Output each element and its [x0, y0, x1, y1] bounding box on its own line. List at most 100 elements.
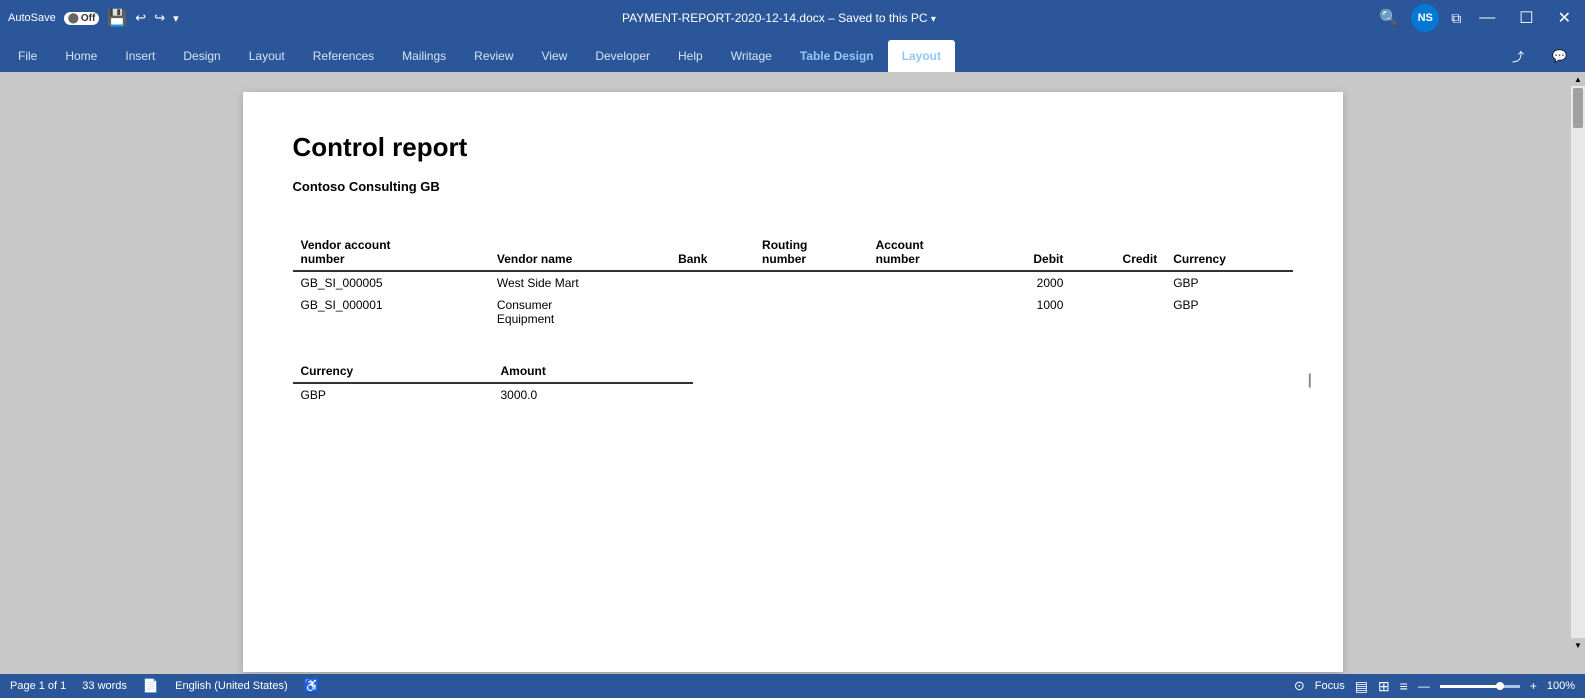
cell-vendor-name-1: West Side Mart: [489, 271, 670, 294]
print-layout-icon[interactable]: ▤: [1355, 678, 1368, 695]
maximize-button[interactable]: ☐: [1513, 6, 1539, 30]
proofread-icon[interactable]: 📄: [143, 678, 159, 694]
autosave-toggle[interactable]: ⬤ Off: [64, 12, 100, 25]
cell-vendor-name-2: ConsumerEquipment: [489, 294, 670, 330]
tab-layout2[interactable]: Layout: [888, 40, 955, 72]
tab-table-design[interactable]: Table Design: [786, 40, 888, 72]
close-button[interactable]: ✕: [1552, 6, 1577, 30]
table-header-row: Vendor accountnumber Vendor name Bank Ro…: [293, 234, 1293, 271]
ribbon-tabs: File Home Insert Design Layout Reference…: [0, 36, 1585, 72]
cell-vendor-account-2: GB_SI_000001: [293, 294, 489, 330]
text-cursor: I: [1307, 371, 1313, 394]
status-bar: Page 1 of 1 33 words 📄 English (United S…: [0, 674, 1585, 698]
cell-account-1: [868, 271, 987, 294]
cell-debit-1: 2000: [986, 271, 1071, 294]
focus-label[interactable]: Focus: [1315, 680, 1345, 692]
summary-row: GBP 3000.0: [293, 383, 693, 406]
toggle-state: Off: [81, 13, 95, 24]
tab-view[interactable]: View: [528, 40, 582, 72]
outline-view-icon[interactable]: ≡: [1400, 678, 1408, 694]
cell-credit-1: [1071, 271, 1165, 294]
redo-icon[interactable]: ↪: [154, 10, 165, 26]
zoom-thumb[interactable]: [1496, 682, 1504, 690]
save-dropdown-icon[interactable]: ▾: [931, 14, 936, 25]
vertical-scrollbar[interactable]: ▲ ▼: [1571, 72, 1585, 652]
title-bar-right: 🔍 NS ⧉ — ☐ ✕: [1379, 4, 1577, 32]
search-icon[interactable]: 🔍: [1379, 8, 1399, 28]
tab-home[interactable]: Home: [51, 40, 111, 72]
tab-insert[interactable]: Insert: [111, 40, 169, 72]
col-debit: Debit: [986, 234, 1071, 271]
filename: PAYMENT-REPORT-2020-12-14.docx: [622, 11, 825, 25]
cell-vendor-account-1: GB_SI_000005: [293, 271, 489, 294]
summary-currency: GBP: [293, 383, 493, 406]
tab-review[interactable]: Review: [460, 40, 527, 72]
tab-writage[interactable]: Writage: [717, 40, 786, 72]
page-wrapper: I Control report Contoso Consulting GB V…: [0, 72, 1585, 674]
cell-bank-2: [670, 294, 754, 330]
autosave-label: AutoSave: [8, 12, 56, 24]
accessibility-icon[interactable]: ♿: [304, 678, 320, 694]
restore-icon[interactable]: ⧉: [1451, 10, 1461, 27]
comments-button[interactable]: 💬: [1538, 40, 1581, 72]
cell-currency-1: GBP: [1165, 271, 1292, 294]
col-vendor-account: Vendor accountnumber: [293, 234, 489, 271]
web-layout-icon[interactable]: ⊞: [1378, 678, 1390, 695]
zoom-percent[interactable]: 100%: [1547, 680, 1575, 692]
table-row: GB_SI_000005 West Side Mart 2000 GBP: [293, 271, 1293, 294]
scroll-thumb[interactable]: [1573, 88, 1583, 128]
zoom-slider[interactable]: [1440, 685, 1520, 688]
summary-header-row: Currency Amount: [293, 360, 693, 383]
col-currency: Currency: [1165, 234, 1292, 271]
cell-routing-1: [754, 271, 868, 294]
tab-references[interactable]: References: [299, 40, 388, 72]
zoom-in-button[interactable]: +: [1530, 679, 1537, 693]
cell-debit-2: 1000: [986, 294, 1071, 330]
scroll-down-button[interactable]: ▼: [1571, 638, 1585, 652]
zoom-out-button[interactable]: —: [1418, 679, 1430, 693]
undo-icon[interactable]: ↩: [135, 10, 146, 26]
tab-developer[interactable]: Developer: [581, 40, 664, 72]
minimize-button[interactable]: —: [1473, 7, 1501, 29]
share-button[interactable]: ⤴: [1498, 40, 1538, 72]
status-bar-right: ⊙ Focus ▤ ⊞ ≡ — + 100%: [1294, 678, 1575, 695]
toggle-circle: ⬤: [68, 13, 79, 24]
save-status: –: [828, 11, 838, 25]
scroll-track[interactable]: [1571, 86, 1585, 638]
word-count: 33 words: [82, 680, 127, 692]
tab-design[interactable]: Design: [169, 40, 234, 72]
cell-currency-2: GBP: [1165, 294, 1292, 330]
title-bar-left: AutoSave ⬤ Off 💾 ↩ ↪ ▾: [8, 8, 179, 28]
summary-table: Currency Amount GBP 3000.0: [293, 360, 693, 406]
table-row: GB_SI_000001 ConsumerEquipment 1000 GBP: [293, 294, 1293, 330]
document-page[interactable]: I Control report Contoso Consulting GB V…: [243, 92, 1343, 672]
document-title: Control report: [293, 132, 1293, 163]
col-vendor-name: Vendor name: [489, 234, 670, 271]
cell-credit-2: [1071, 294, 1165, 330]
summary-amount: 3000.0: [493, 383, 693, 406]
cell-account-2: [868, 294, 987, 330]
cell-bank-1: [670, 271, 754, 294]
tab-help[interactable]: Help: [664, 40, 717, 72]
col-account-number: Accountnumber: [868, 234, 987, 271]
summary-col-amount: Amount: [493, 360, 693, 383]
col-routing-number: Routingnumber: [754, 234, 868, 271]
col-credit: Credit: [1071, 234, 1165, 271]
scroll-up-button[interactable]: ▲: [1571, 72, 1585, 86]
save-status-text: Saved to this PC: [838, 11, 927, 25]
tab-mailings[interactable]: Mailings: [388, 40, 460, 72]
summary-col-currency: Currency: [293, 360, 493, 383]
language[interactable]: English (United States): [175, 680, 288, 692]
user-avatar[interactable]: NS: [1411, 4, 1439, 32]
content-area: ▲ ▼ I Control report Contoso Consulting …: [0, 72, 1585, 674]
tab-layout[interactable]: Layout: [235, 40, 299, 72]
tab-file[interactable]: File: [4, 40, 51, 72]
document-subtitle: Contoso Consulting GB: [293, 179, 1293, 194]
focus-icon[interactable]: ⊙: [1294, 678, 1305, 694]
main-data-table: Vendor accountnumber Vendor name Bank Ro…: [293, 234, 1293, 330]
zoom-bar-fill: [1440, 685, 1496, 688]
page-info: Page 1 of 1: [10, 680, 66, 692]
save-icon[interactable]: 💾: [107, 8, 127, 28]
title-bar-center: PAYMENT-REPORT-2020-12-14.docx – Saved t…: [179, 11, 1380, 25]
title-bar: AutoSave ⬤ Off 💾 ↩ ↪ ▾ PAYMENT-REPORT-20…: [0, 0, 1585, 36]
